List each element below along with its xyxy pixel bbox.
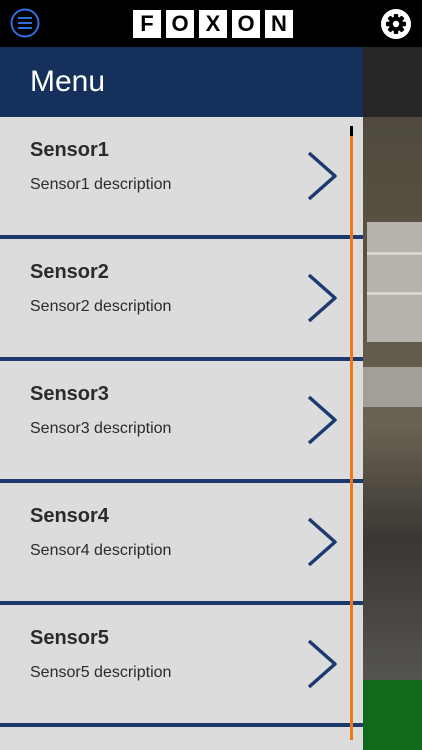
navigation-drawer: Menu Sensor1 Sensor1 description Sensor2…	[0, 47, 363, 750]
sensor-name: Sensor1	[30, 139, 109, 161]
menu-toggle-button[interactable]	[10, 8, 40, 38]
logo-letter: O	[232, 10, 260, 38]
background-green-panel	[363, 680, 422, 750]
chevron-right-icon	[307, 151, 337, 201]
logo-letter: X	[199, 10, 227, 38]
logo-letter: F	[133, 10, 161, 38]
sensor-description: Sensor2 description	[30, 298, 172, 315]
sensor-description: Sensor1 description	[30, 176, 172, 193]
background-desk	[363, 367, 422, 407]
chevron-right-icon	[307, 273, 337, 323]
sensor-list-item[interactable]: Sensor1 Sensor1 description	[0, 117, 363, 239]
sensor-name: Sensor4	[30, 505, 109, 527]
chevron-right-icon	[307, 517, 337, 567]
sensor-name: Sensor5	[30, 627, 109, 649]
settings-button[interactable]	[380, 8, 412, 40]
logo-letter: O	[166, 10, 194, 38]
sensor-name: Sensor2	[30, 261, 109, 283]
sensor-name: Sensor3	[30, 383, 109, 405]
chevron-right-icon	[307, 395, 337, 445]
sensor-list-item[interactable]: Sensor2 Sensor2 description	[0, 239, 363, 361]
gear-icon	[381, 9, 411, 39]
sensor-list-item[interactable]: Sensor5 Sensor5 description	[0, 605, 363, 727]
top-bar: F O X O N	[0, 0, 422, 47]
drawer-title: Menu	[30, 65, 106, 98]
background-dark-band	[363, 47, 422, 117]
background-photo	[363, 47, 422, 750]
sensor-list: Sensor1 Sensor1 description Sensor2 Sens…	[0, 117, 363, 727]
scrollbar-thumb[interactable]	[350, 126, 353, 136]
background-shelf-line	[367, 252, 422, 255]
foxon-logo: F O X O N	[133, 10, 293, 38]
sensor-description: Sensor5 description	[30, 664, 172, 681]
chevron-right-icon	[307, 639, 337, 689]
logo-letter: N	[265, 10, 293, 38]
sensor-description: Sensor4 description	[30, 542, 172, 559]
background-shelf-line	[367, 292, 422, 295]
hamburger-circle-icon	[10, 8, 40, 38]
background-shelf	[367, 222, 422, 342]
scrollbar-track[interactable]	[350, 126, 353, 740]
sensor-list-item[interactable]: Sensor4 Sensor4 description	[0, 483, 363, 605]
sensor-description: Sensor3 description	[30, 420, 172, 437]
drawer-header: Menu	[0, 47, 363, 117]
sensor-list-item[interactable]: Sensor3 Sensor3 description	[0, 361, 363, 483]
